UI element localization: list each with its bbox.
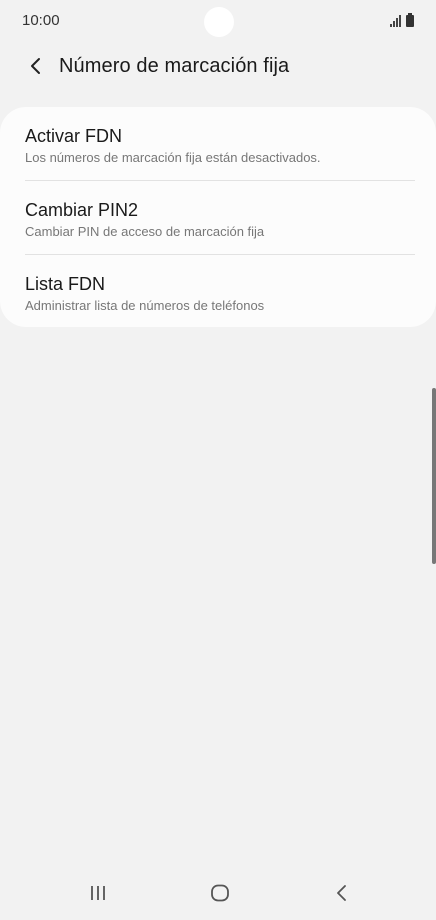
app-bar: Número de marcación fija bbox=[0, 44, 436, 88]
divider bbox=[25, 254, 415, 255]
list-item-cambiar-pin2[interactable]: Cambiar PIN2 Cambiar PIN de acceso de ma… bbox=[25, 199, 415, 240]
back-button[interactable] bbox=[16, 46, 56, 86]
camera-cutout bbox=[204, 7, 234, 37]
list-item-activar-fdn[interactable]: Activar FDN Los números de marcación fij… bbox=[25, 125, 415, 166]
home-button[interactable] bbox=[196, 878, 244, 908]
recents-icon bbox=[91, 886, 105, 900]
nav-back-icon bbox=[337, 885, 346, 901]
status-time: 10:00 bbox=[22, 12, 60, 29]
signal-icon bbox=[390, 15, 401, 27]
status-icons bbox=[390, 13, 414, 27]
recents-button[interactable] bbox=[74, 878, 122, 908]
page-title: Número de marcación fija bbox=[59, 54, 290, 77]
nav-back-button[interactable] bbox=[318, 878, 366, 908]
item-subtitle: Los números de marcación fija están desa… bbox=[25, 150, 321, 165]
navigation-bar bbox=[0, 868, 436, 920]
back-chevron-icon bbox=[31, 58, 40, 74]
status-bar: 10:00 bbox=[0, 0, 436, 40]
settings-card: Activar FDN Los números de marcación fij… bbox=[0, 107, 436, 327]
item-title: Cambiar PIN2 bbox=[25, 200, 139, 220]
item-title: Activar FDN bbox=[25, 126, 123, 146]
item-subtitle: Cambiar PIN de acceso de marcación fija bbox=[25, 224, 265, 239]
item-title: Lista FDN bbox=[25, 274, 106, 294]
battery-icon bbox=[406, 13, 414, 27]
divider bbox=[25, 180, 415, 181]
list-item-lista-fdn[interactable]: Lista FDN Administrar lista de números d… bbox=[25, 273, 415, 314]
scroll-indicator[interactable] bbox=[432, 388, 436, 564]
item-subtitle: Administrar lista de números de teléfono… bbox=[25, 298, 265, 313]
home-icon bbox=[211, 884, 229, 902]
